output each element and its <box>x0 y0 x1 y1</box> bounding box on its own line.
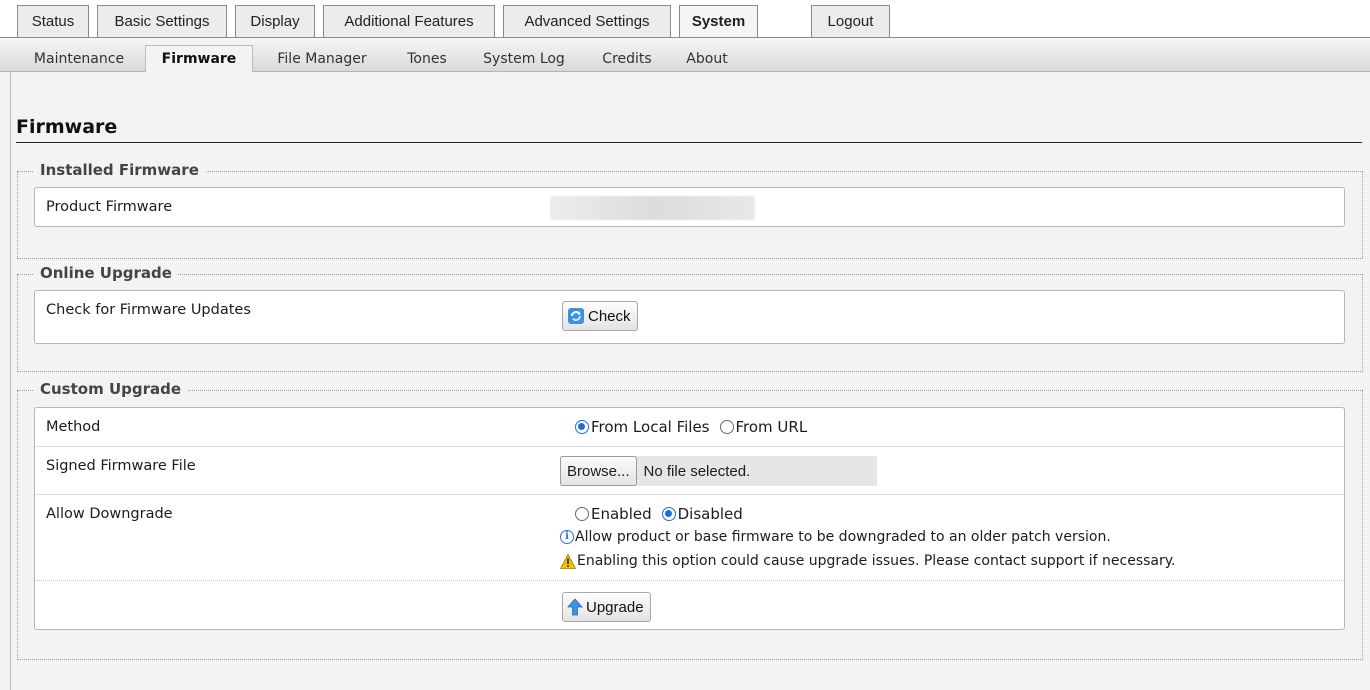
radio-unchecked-icon <box>575 507 589 521</box>
subtab-firmware[interactable]: Firmware <box>145 45 253 73</box>
method-radio-group: From Local Files From URL <box>575 418 817 436</box>
tab-logout[interactable]: Logout <box>811 5 890 38</box>
tab-display[interactable]: Display <box>235 5 315 38</box>
title-divider <box>16 142 1362 143</box>
custom-upgrade-section: Custom Upgrade Method From Local Files F… <box>17 380 1363 660</box>
firmware-file-label: Signed Firmware File <box>46 458 196 474</box>
check-updates-label: Check for Firmware Updates <box>46 302 251 318</box>
subtab-system-log[interactable]: System Log <box>470 46 578 72</box>
tab-advanced-settings[interactable]: Advanced Settings <box>503 5 671 38</box>
downgrade-radio-group: Enabled Disabled <box>575 505 753 523</box>
installed-firmware-panel: Product Firmware <box>34 187 1345 227</box>
downgrade-warning-note: Enabling this option could cause upgrade… <box>560 553 1176 569</box>
installed-firmware-section: Installed Firmware Product Firmware <box>17 161 1363 259</box>
upgrade-row: Upgrade <box>35 580 1344 631</box>
tab-additional-features[interactable]: Additional Features <box>323 5 495 38</box>
method-row: Method From Local Files From URL <box>35 408 1344 446</box>
check-button[interactable]: Check <box>562 301 638 331</box>
downgrade-enabled-label: Enabled <box>591 505 652 523</box>
refresh-icon <box>568 308 584 324</box>
tab-system[interactable]: System <box>679 5 758 39</box>
radio-checked-icon <box>661 507 676 521</box>
online-upgrade-panel: Check for Firmware Updates Check <box>34 290 1345 344</box>
subtab-maintenance[interactable]: Maintenance <box>20 46 138 72</box>
custom-upgrade-legend: Custom Upgrade <box>34 380 188 398</box>
subtab-credits[interactable]: Credits <box>587 46 667 72</box>
firmware-file-input[interactable]: Browse... No file selected. <box>560 456 877 486</box>
warning-note-text: Enabling this option could cause upgrade… <box>577 553 1176 569</box>
top-nav: Status Basic Settings Display Additional… <box>0 0 1370 39</box>
allow-downgrade-label: Allow Downgrade <box>46 506 173 522</box>
file-status-text: No file selected. <box>643 462 751 480</box>
method-local-files-radio[interactable]: From Local Files <box>575 418 710 436</box>
sub-nav: Maintenance Firmware File Manager Tones … <box>0 38 1370 73</box>
info-icon: i <box>560 530 574 544</box>
info-note-text: Allow product or base firmware to be dow… <box>575 529 1111 545</box>
check-button-label: Check <box>588 307 631 325</box>
tab-status[interactable]: Status <box>17 5 89 38</box>
method-url-radio[interactable]: From URL <box>719 418 808 436</box>
product-firmware-label: Product Firmware <box>46 199 173 215</box>
custom-upgrade-panel: Method From Local Files From URL Signed … <box>34 407 1345 630</box>
radio-checked-icon <box>575 420 589 434</box>
installed-firmware-legend: Installed Firmware <box>34 161 205 179</box>
radio-unchecked-icon <box>719 420 734 434</box>
subtab-file-manager[interactable]: File Manager <box>262 46 382 72</box>
downgrade-row: Allow Downgrade Enabled Disabled i Allow… <box>35 494 1344 580</box>
upgrade-button-label: Upgrade <box>586 598 644 616</box>
method-url-label: From URL <box>735 418 808 436</box>
upload-arrow-icon <box>567 598 583 616</box>
method-label: Method <box>46 419 101 435</box>
tab-basic-settings[interactable]: Basic Settings <box>97 5 227 38</box>
firmware-file-row: Signed Firmware File Browse... No file s… <box>35 446 1344 494</box>
online-upgrade-section: Online Upgrade Check for Firmware Update… <box>17 264 1363 372</box>
product-firmware-value-redacted <box>550 196 755 220</box>
browse-button[interactable]: Browse... <box>560 456 637 486</box>
subtab-about[interactable]: About <box>674 46 740 72</box>
downgrade-info-note: i Allow product or base firmware to be d… <box>560 529 1111 545</box>
downgrade-disabled-label: Disabled <box>677 505 743 523</box>
method-local-files-label: From Local Files <box>591 418 710 436</box>
page-title: Firmware <box>16 116 118 138</box>
online-upgrade-legend: Online Upgrade <box>34 264 178 282</box>
upgrade-button[interactable]: Upgrade <box>562 592 651 622</box>
warning-icon <box>560 553 576 569</box>
downgrade-enabled-radio[interactable]: Enabled <box>575 505 652 523</box>
subtab-tones[interactable]: Tones <box>392 46 462 72</box>
downgrade-disabled-radio[interactable]: Disabled <box>661 505 743 523</box>
